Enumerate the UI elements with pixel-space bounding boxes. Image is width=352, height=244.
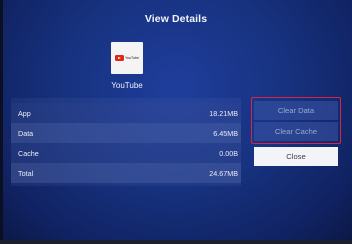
storage-value: 6.45MB — [213, 129, 238, 138]
storage-row-total: Total 24.67MB — [11, 163, 241, 183]
storage-value: 0.00B — [219, 149, 238, 158]
storage-row-cache: Cache 0.00B — [11, 143, 241, 163]
dialog-title: View Details — [144, 13, 208, 25]
tv-screen: View Details YouTube YouTube App 18.21MB… — [0, 0, 352, 244]
screen-bezel — [0, 0, 3, 244]
youtube-icon: YouTube — [114, 55, 140, 61]
app-name: YouTube — [111, 81, 143, 90]
storage-label: App — [18, 109, 31, 118]
selection-highlight — [251, 97, 341, 144]
storage-table: App 18.21MB Data 6.45MB Cache 0.00B Tota… — [11, 98, 241, 186]
storage-label: Data — [18, 129, 34, 138]
storage-row-data: Data 6.45MB — [11, 123, 241, 143]
storage-value: 24.67MB — [209, 169, 238, 178]
storage-label: Total — [18, 169, 34, 178]
storage-label: Cache — [18, 149, 39, 158]
app-icon-wordmark: YouTube — [124, 56, 140, 60]
screen-bezel-bottom — [0, 240, 352, 244]
play-icon — [114, 55, 124, 61]
storage-value: 18.21MB — [209, 109, 238, 118]
close-button[interactable]: Close — [254, 147, 338, 166]
app-icon-tile: YouTube — [111, 42, 143, 74]
storage-row-app: App 18.21MB — [11, 103, 241, 123]
